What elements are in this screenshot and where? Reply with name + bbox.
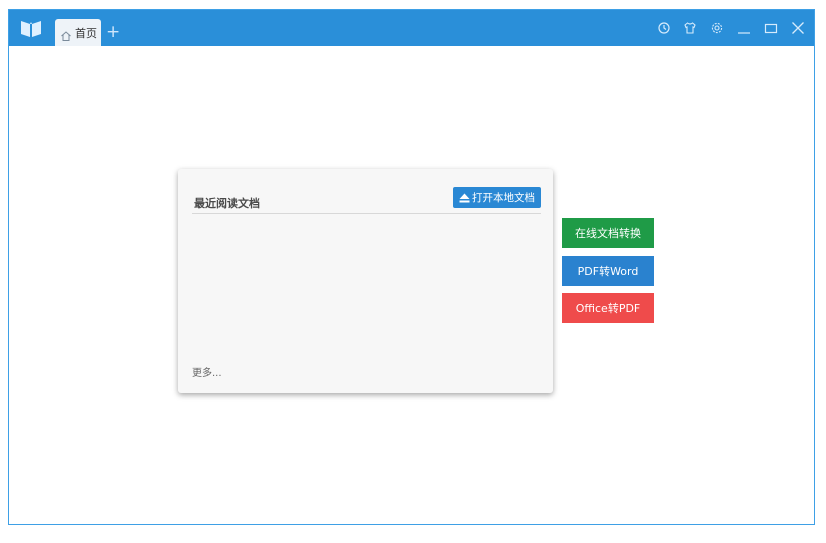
titlebar: 首页 + [9,10,814,46]
more-link[interactable]: 更多... [192,364,222,379]
app-logo-icon [20,19,42,38]
open-local-document-button[interactable]: 打开本地文档 [453,187,541,208]
minimize-icon[interactable] [737,21,751,35]
card-divider [192,213,541,214]
office-to-pdf-button[interactable]: Office转PDF [562,293,654,323]
eject-icon [459,193,470,202]
open-local-document-label: 打开本地文档 [472,192,535,204]
history-icon[interactable] [657,21,671,35]
maximize-icon[interactable] [764,21,778,35]
tab-home[interactable]: 首页 [55,19,101,46]
pdf-to-word-button[interactable]: PDF转Word [562,256,654,286]
new-tab-button[interactable]: + [106,19,120,46]
app-window: 首页 + 最近阅读文档 打开本地文档 更多... 在线文档转换 PDF转Word… [8,9,815,525]
close-icon[interactable] [791,21,805,35]
settings-gear-icon[interactable] [710,21,724,35]
recent-documents-card: 最近阅读文档 打开本地文档 更多... [178,169,553,393]
home-icon [60,27,72,41]
online-convert-button[interactable]: 在线文档转换 [562,218,654,248]
tab-home-label: 首页 [75,26,97,40]
skin-icon[interactable] [683,21,697,35]
recent-documents-title: 最近阅读文档 [194,197,260,210]
